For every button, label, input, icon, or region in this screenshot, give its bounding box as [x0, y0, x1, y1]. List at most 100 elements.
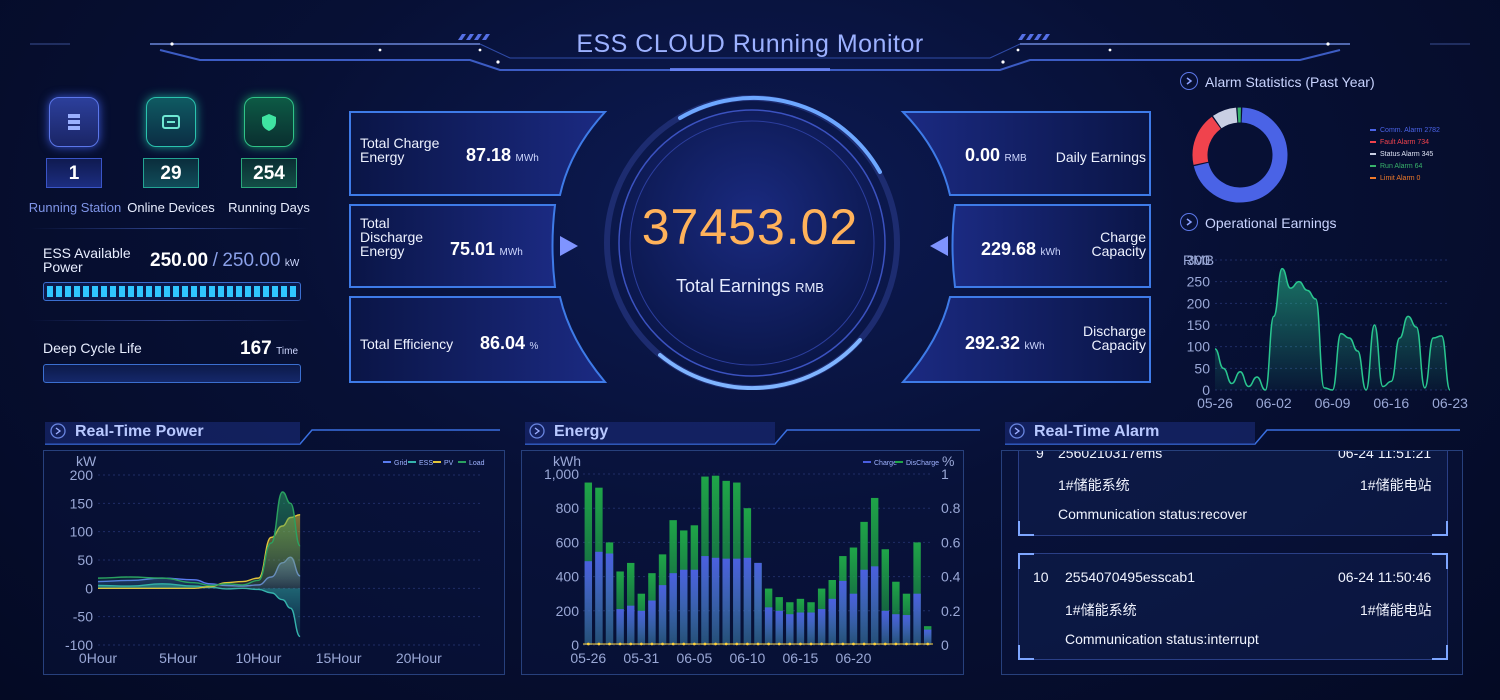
energy-chart: kWh %02004006008001,00000.20.40.60.8105-2… — [544, 453, 961, 666]
donut-slice — [1212, 107, 1238, 129]
energy-bar-charge — [775, 610, 783, 645]
alarm-station: 1#储能电站 — [1360, 477, 1432, 493]
power-xtick: 15Hour — [316, 650, 362, 666]
legend-item: Status Alarm 345 — [1370, 148, 1440, 160]
charge-capacity-unit: kWh — [1040, 247, 1061, 258]
device-icon — [146, 97, 196, 147]
ess-power-unit: kW — [284, 258, 300, 269]
energy-xtick: 05-26 — [570, 650, 606, 666]
earnings-area — [1215, 268, 1450, 390]
total-earnings-caption: Total Earnings RMB — [600, 276, 900, 297]
ess-power-label: ESS Available Power — [43, 245, 131, 275]
energy-y2tick: 0.6 — [941, 534, 961, 550]
earnings-chart: RMB05010015020025030005-26 06-02 06-09 06-1… — [1183, 252, 1468, 411]
power-xtick: 5Hour — [159, 650, 197, 666]
energy-bar-charge — [711, 557, 720, 645]
energy-xtick: 06-10 — [729, 650, 765, 666]
energy-bar-charge — [648, 600, 656, 645]
alarm-card[interactable]: 10 2554070495esscab1 06-24 11:50:46 1#储能… — [1018, 553, 1448, 660]
legend-label: Run Alarm 64 — [1380, 162, 1423, 170]
total-efficiency-label: Total Efficiency — [360, 336, 454, 352]
earnings-xtick: 05-26 — [1197, 395, 1233, 411]
earnings-ytick: 100 — [1187, 339, 1211, 355]
legend-item: Comm. Alarm 2782 — [1370, 124, 1440, 136]
alarm-status: Communication status:interrupt — [1065, 631, 1259, 647]
section-header-decorations — [45, 422, 1460, 445]
alarm-time: 06-24 11:50:46 — [1338, 569, 1432, 585]
daily-earnings-readout: 0.00 RMB — [965, 145, 1027, 166]
legend-swatch — [1370, 141, 1376, 143]
energy-xtick: 05-31 — [623, 650, 659, 666]
stat-online-devices — [146, 97, 196, 147]
total-discharge-energy-unit: MWh — [499, 247, 523, 258]
legend-swatch — [1370, 177, 1376, 179]
discharge-capacity-unit: kWh — [1024, 341, 1045, 352]
power-ytick: 150 — [70, 495, 94, 511]
earnings-ytick: 50 — [1194, 360, 1210, 376]
discharge-capacity-readout: 292.32 kWh — [965, 333, 1045, 354]
legend-label: Limit Alarm 0 — [1380, 174, 1421, 182]
legend-swatch — [458, 461, 466, 463]
total-efficiency-unit: % — [529, 341, 539, 352]
ess-power-bar — [43, 282, 301, 301]
energy-ytick: 400 — [556, 569, 580, 585]
energy-xtick: 06-05 — [676, 650, 712, 666]
alarm-card[interactable]: 9 2560210317ems 06-24 11:51:21 1#储能系统 1#… — [1018, 450, 1448, 536]
realtime-alarm-title: Real-Time Alarm — [1034, 423, 1160, 440]
ess-power-bar-fill — [47, 286, 297, 297]
power-ytick: 200 — [70, 467, 94, 483]
energy-bar-charge — [913, 593, 921, 645]
energy-bar-charge — [828, 598, 836, 645]
energy-bar-charge — [616, 609, 624, 645]
earnings-xtick: 06-23 — [1432, 395, 1468, 411]
power-ytick: 50 — [77, 552, 93, 568]
alarm-legend: Comm. Alarm 2782 Fault Alarm 734 Status Al… — [1370, 124, 1440, 184]
ess-power-separator: / — [212, 250, 218, 271]
energy-legend-label: Charge — [874, 460, 897, 467]
energy-bar-charge — [605, 553, 614, 645]
energy-bar-charge — [796, 612, 805, 645]
energy-bar-charge — [807, 612, 815, 645]
power-xtick: 10Hour — [235, 650, 281, 666]
power-xtick: 20Hour — [396, 650, 442, 666]
daily-earnings-value: 0.00 — [965, 145, 1001, 165]
divider — [30, 320, 310, 321]
energy-bar-charge — [881, 610, 889, 645]
energy-bar-charge — [701, 556, 709, 645]
cycle-life-bar — [43, 364, 301, 383]
energy-xtick: 06-15 — [783, 650, 819, 666]
page-title: ESS CLOUD Running Monitor — [576, 30, 924, 58]
realtime-alarm-panel[interactable]: 9 2560210317ems 06-24 11:51:21 1#储能系统 1#… — [1001, 450, 1463, 675]
power-legend-label: PV — [444, 460, 454, 467]
realtime-power-title: Real-Time Power — [75, 423, 204, 440]
energy-bar-charge — [669, 573, 677, 645]
energy-y2tick: 1 — [941, 466, 949, 482]
total-earnings-label: Total Earnings — [676, 276, 791, 296]
stat-running-days — [244, 97, 294, 147]
power-xtick: 0Hour — [79, 650, 117, 666]
total-charge-energy-readout: 87.18 MWh — [466, 145, 539, 166]
energy-bar-charge — [764, 607, 773, 645]
legend-label: Fault Alarm 734 — [1380, 138, 1430, 146]
earnings-ytick: 200 — [1187, 295, 1211, 311]
legend-swatch — [1370, 129, 1376, 131]
total-discharge-energy-value: 75.01 — [450, 239, 496, 259]
total-discharge-energy-readout: 75.01 MWh — [450, 239, 523, 260]
divider — [30, 228, 310, 229]
legend-swatch — [1370, 153, 1376, 155]
earnings-ytick: 250 — [1187, 274, 1211, 290]
legend-swatch — [895, 461, 903, 463]
power-ytick: 100 — [70, 524, 94, 540]
energy-bar-charge — [584, 561, 593, 645]
energy-bar-charge — [892, 614, 900, 645]
legend-swatch — [863, 461, 871, 463]
alarm-device-id: 2554070495esscab1 — [1065, 569, 1196, 585]
earnings-ytick: 150 — [1187, 317, 1211, 333]
total-efficiency-readout: 86.04 % — [480, 333, 538, 354]
alarm-index: 9 — [1036, 450, 1044, 461]
online-devices-value: 29 — [143, 158, 199, 188]
energy-y2tick: 0 — [941, 637, 949, 653]
alarm-donut-chart — [1192, 107, 1288, 203]
legend-swatch — [383, 461, 391, 463]
running-station-value: 1 — [46, 158, 102, 188]
